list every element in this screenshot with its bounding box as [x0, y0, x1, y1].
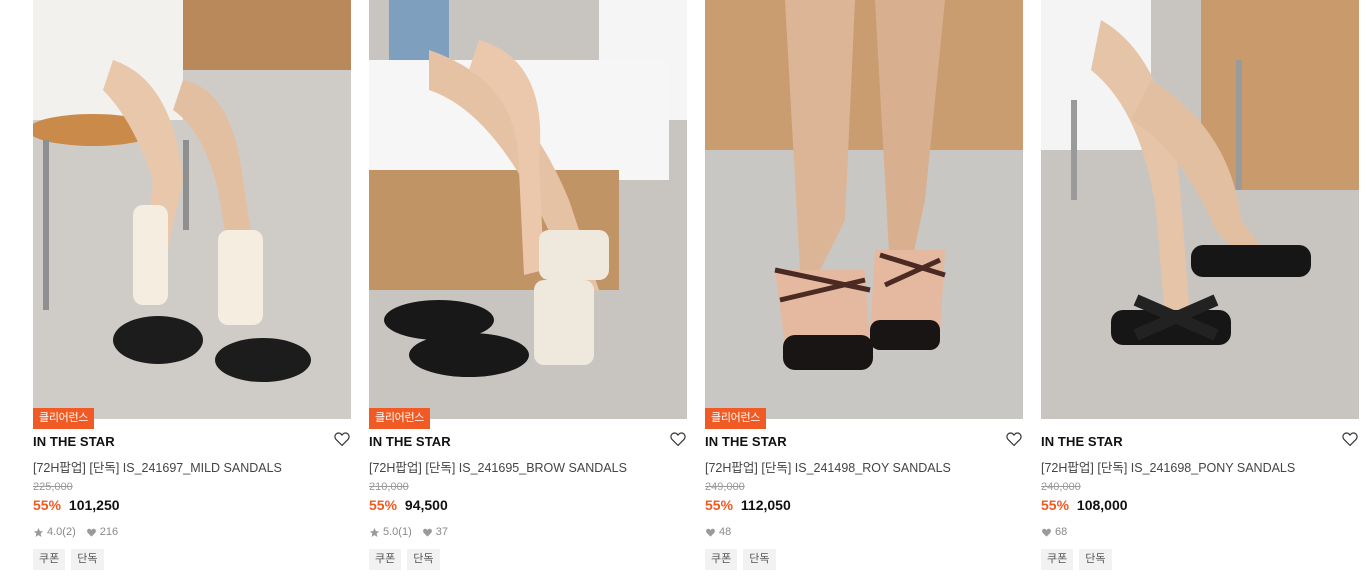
clearance-badge: 클리어런스 — [705, 408, 767, 429]
product-title[interactable]: [72H팝업] [단독] IS_241498_ROY SANDALS — [705, 457, 951, 476]
tag-coupon: 쿠폰 — [705, 549, 738, 570]
tag-list: 쿠폰 단독 — [369, 549, 446, 570]
tag-coupon: 쿠폰 — [1041, 549, 1074, 570]
review-meta: 48 — [705, 526, 741, 538]
product-title[interactable]: [72H팝업] [단독] IS_241698_PONY SANDALS — [1041, 457, 1295, 476]
discount-rate: 55% — [1041, 497, 1070, 513]
original-price: 225,000 — [33, 481, 73, 493]
wishlist-heart-icon[interactable] — [669, 430, 687, 448]
star-icon — [33, 527, 44, 537]
like-count: 216 — [99, 526, 119, 538]
heart-filled-icon — [1042, 528, 1051, 537]
product-image[interactable] — [369, 0, 687, 419]
tag-coupon: 쿠폰 — [33, 549, 66, 570]
rating-value: 5.0 — [383, 526, 399, 538]
brand-name[interactable]: IN THE STAR — [369, 434, 451, 449]
review-count: (2) — [62, 526, 76, 538]
heart-filled-icon — [706, 528, 715, 537]
sale-price: 94,500 — [404, 497, 448, 513]
tag-exclusive: 단독 — [71, 549, 104, 570]
like-count: 48 — [719, 526, 732, 538]
product-photo-icon — [33, 0, 351, 419]
product-card[interactable]: 클리어런스 IN THE STAR [72H팝업] [단독] IS_241695… — [369, 0, 687, 587]
review-meta: 5.0 (1) 37 — [369, 526, 458, 538]
brand-name[interactable]: IN THE STAR — [1041, 434, 1123, 449]
review-meta: 68 — [1041, 526, 1077, 538]
price-line: 55% 108,000 — [1041, 497, 1128, 513]
tag-exclusive: 단독 — [743, 549, 776, 570]
sale-price: 112,050 — [740, 497, 791, 513]
star-icon — [369, 527, 380, 537]
heart-filled-icon — [86, 528, 96, 537]
price-line: 55% 112,050 — [705, 497, 791, 513]
tag-exclusive: 단독 — [407, 549, 440, 570]
tag-list: 쿠폰 단독 — [33, 549, 110, 570]
review-count: (1) — [398, 526, 412, 538]
review-meta: 4.0 (2) 216 — [33, 526, 128, 538]
product-card[interactable]: 클리어런스 IN THE STAR [72H팝업] [단독] IS_241697… — [33, 0, 351, 587]
wishlist-heart-icon[interactable] — [1341, 430, 1359, 448]
wishlist-heart-icon[interactable] — [1005, 430, 1023, 448]
tag-exclusive: 단독 — [1079, 549, 1112, 570]
tag-coupon: 쿠폰 — [369, 549, 402, 570]
brand-name[interactable]: IN THE STAR — [33, 434, 115, 449]
clearance-badge: 클리어런스 — [33, 408, 95, 429]
tag-list: 쿠폰 단독 — [705, 549, 782, 570]
heart-filled-icon — [422, 528, 432, 537]
discount-rate: 55% — [369, 497, 398, 513]
product-photo-icon — [1041, 0, 1359, 419]
original-price: 210,000 — [369, 481, 409, 493]
product-card[interactable]: 클리어런스 IN THE STAR [72H팝업] [단독] IS_241498… — [705, 0, 1023, 587]
like-count: 68 — [1055, 526, 1068, 538]
original-price: 240,000 — [1041, 481, 1081, 493]
tag-list: 쿠폰 단독 — [1041, 549, 1118, 570]
like-count: 37 — [435, 526, 448, 538]
product-photo-icon — [369, 0, 687, 419]
product-image[interactable] — [33, 0, 351, 419]
product-card[interactable]: IN THE STAR [72H팝업] [단독] IS_241698_PONY … — [1041, 0, 1359, 587]
product-photo-icon — [705, 0, 1023, 419]
discount-rate: 55% — [33, 497, 62, 513]
product-image[interactable] — [1041, 0, 1359, 419]
sale-price: 108,000 — [1076, 497, 1128, 513]
product-title[interactable]: [72H팝업] [단독] IS_241695_BROW SANDALS — [369, 457, 627, 476]
price-line: 55% 101,250 — [33, 497, 120, 513]
brand-name[interactable]: IN THE STAR — [705, 434, 787, 449]
sale-price: 101,250 — [68, 497, 120, 513]
product-title[interactable]: [72H팝업] [단독] IS_241697_MILD SANDALS — [33, 457, 282, 476]
product-image[interactable] — [705, 0, 1023, 419]
rating-value: 4.0 — [47, 526, 63, 538]
product-grid: 클리어런스 IN THE STAR [72H팝업] [단독] IS_241697… — [0, 0, 1370, 587]
clearance-badge: 클리어런스 — [369, 408, 431, 429]
discount-rate: 55% — [705, 497, 734, 513]
original-price: 249,000 — [705, 481, 745, 493]
price-line: 55% 94,500 — [369, 497, 448, 513]
wishlist-heart-icon[interactable] — [333, 430, 351, 448]
